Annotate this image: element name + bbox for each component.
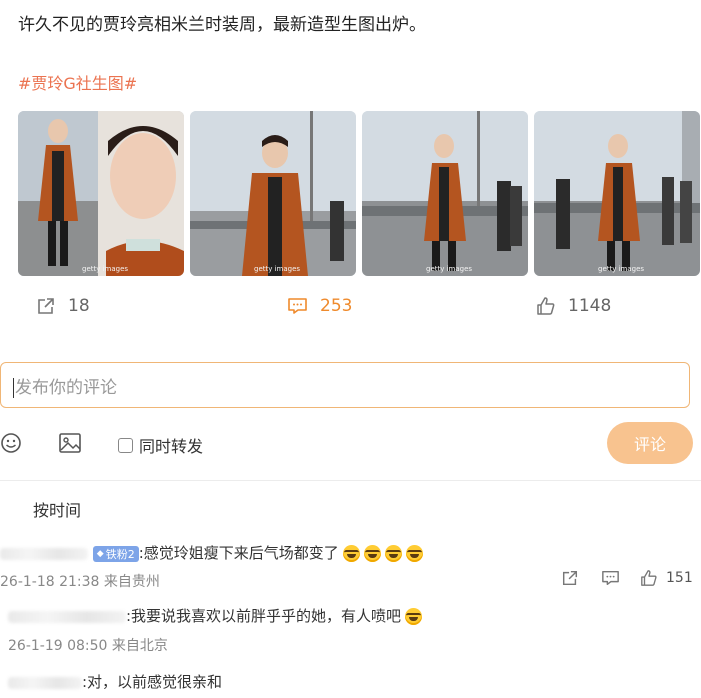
laugh-cry-emoji bbox=[384, 545, 402, 562]
checkbox-box bbox=[118, 437, 133, 453]
reply-item: :我要说我喜欢以前胖乎乎的她，有人喷吧 bbox=[8, 605, 423, 626]
comment-text: :感觉玲姐瘦下来后气场都变了 bbox=[138, 544, 339, 562]
laugh-cry-emoji bbox=[405, 608, 423, 625]
comment-icon bbox=[288, 298, 307, 314]
photo-3[interactable]: getty images bbox=[362, 111, 528, 276]
replier-name[interactable] bbox=[8, 610, 126, 623]
comment-actions: 151 bbox=[561, 569, 693, 587]
reply-meta: 26-1-19 08:50 来自北京 bbox=[8, 638, 168, 654]
reply-icon[interactable] bbox=[601, 569, 620, 587]
fan-badge-label: 铁粉2 bbox=[105, 547, 135, 561]
diamond-icon: ◆ bbox=[96, 548, 104, 559]
getty-watermark: getty images bbox=[598, 265, 645, 273]
composer-toolbar: 同时转发 评论 bbox=[0, 422, 701, 464]
reply-item: :对，以前感觉很亲和 bbox=[8, 671, 222, 692]
photo-grid: getty images getty images getty images g… bbox=[18, 111, 700, 276]
laugh-cry-emoji bbox=[405, 545, 423, 562]
fan-badge: ◆ 铁粉2 bbox=[92, 545, 139, 562]
comment-like-count: 151 bbox=[666, 570, 693, 586]
repost-count: 18 bbox=[68, 296, 90, 316]
image-icon[interactable] bbox=[58, 432, 82, 454]
photo-1[interactable]: getty images bbox=[18, 111, 184, 276]
comment-input[interactable]: 发布你的评论 bbox=[0, 362, 690, 408]
commenter-name[interactable] bbox=[0, 547, 88, 560]
getty-watermark: getty images bbox=[426, 265, 473, 273]
photo-4[interactable]: getty images bbox=[534, 111, 700, 276]
post-actions: 18 253 1148 bbox=[0, 296, 701, 326]
photo-2[interactable]: getty images bbox=[190, 111, 356, 276]
replier-name[interactable] bbox=[8, 676, 82, 689]
sort-by-time[interactable]: 按时间 bbox=[33, 497, 81, 521]
also-repost-label: 同时转发 bbox=[139, 437, 204, 456]
comment-item: ◆ 铁粉2:感觉玲姐瘦下来后气场都变了 bbox=[0, 542, 423, 563]
reply-text: :我要说我喜欢以前胖乎乎的她，有人喷吧 bbox=[126, 607, 402, 625]
getty-watermark: getty images bbox=[254, 265, 301, 273]
getty-watermark: getty images bbox=[82, 265, 129, 273]
comment-count: 253 bbox=[320, 296, 353, 316]
comment-meta: 26-1-18 21:38 来自贵州 bbox=[0, 574, 160, 590]
repost-button[interactable]: 18 bbox=[36, 296, 90, 316]
like-count: 1148 bbox=[568, 296, 612, 316]
also-repost-checkbox[interactable]: 同时转发 bbox=[118, 433, 203, 457]
text-caret bbox=[13, 378, 14, 398]
thumbs-up-icon bbox=[537, 297, 555, 315]
post-text: 许久不见的贾玲亮相米兰时装周，最新造型生图出炉。 bbox=[18, 15, 426, 35]
comment-button[interactable]: 253 bbox=[287, 296, 352, 316]
share-icon[interactable] bbox=[561, 569, 579, 587]
reply-text: :对，以前感觉很亲和 bbox=[82, 673, 223, 691]
share-icon bbox=[38, 298, 54, 314]
laugh-cry-emoji bbox=[342, 545, 360, 562]
divider bbox=[0, 480, 701, 481]
emoji-icon[interactable] bbox=[0, 432, 22, 454]
like-button[interactable]: 1148 bbox=[536, 296, 611, 316]
submit-comment-button[interactable]: 评论 bbox=[607, 422, 693, 464]
comment-input-placeholder: 发布你的评论 bbox=[15, 378, 117, 398]
thumbs-up-icon[interactable] bbox=[640, 569, 658, 587]
hashtag-link[interactable]: #贾玲G社生图# bbox=[18, 70, 137, 94]
laugh-cry-emoji bbox=[363, 545, 381, 562]
